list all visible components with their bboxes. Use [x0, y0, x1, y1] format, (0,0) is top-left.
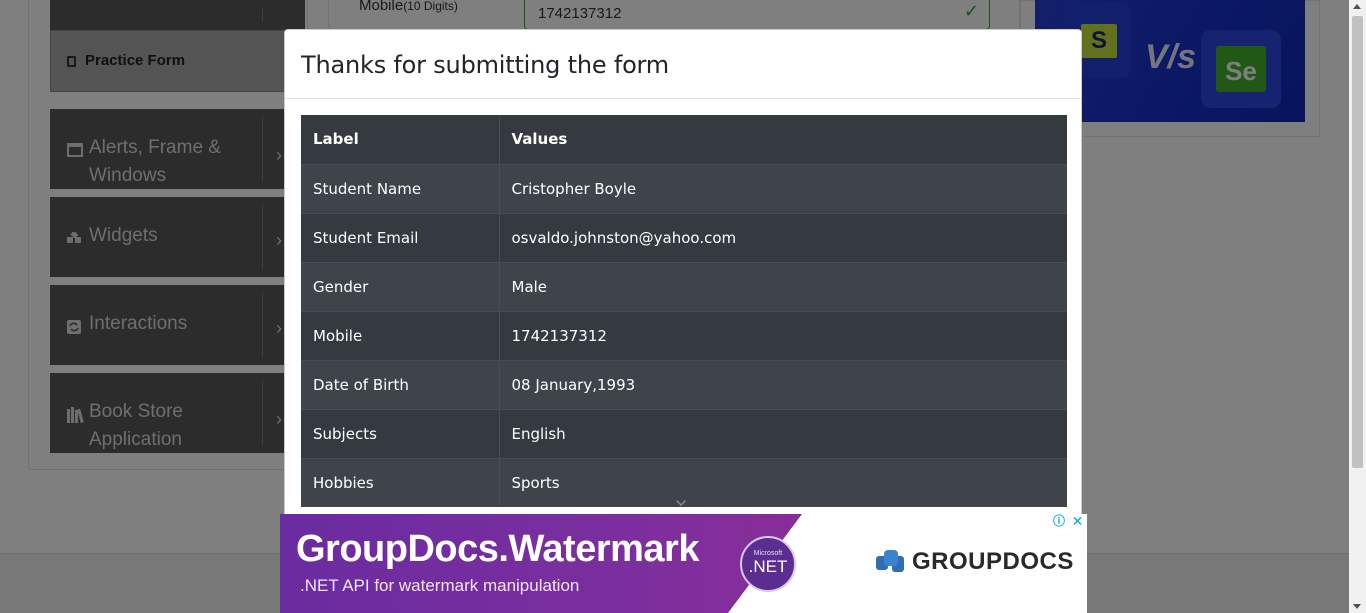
- ad-subtitle: .NET API for watermark manipulation: [300, 576, 580, 595]
- row-value: 08 January,1993: [499, 359, 1067, 409]
- table-row: Gender Male: [301, 261, 1067, 311]
- table-row: Mobile 1742137312: [301, 310, 1067, 360]
- row-value: 1742137312: [499, 310, 1067, 360]
- row-label: Mobile: [301, 310, 500, 360]
- groupdocs-logo: GROUPDOCS: [876, 548, 1074, 576]
- column-header-values: Values: [511, 130, 568, 149]
- ad-info-icon[interactable]: ⓘ: [1051, 514, 1067, 529]
- table-row: Student Email osvaldo.johnston@yahoo.com: [301, 212, 1067, 262]
- modal-header: Thanks for submitting the form: [285, 30, 1081, 99]
- ad-title: GroupDocs.Watermark: [296, 528, 699, 570]
- table-row: Student Name Cristopher Boyle: [301, 163, 1067, 213]
- ad-banner[interactable]: GroupDocs.Watermark .NET API for waterma…: [280, 514, 1087, 613]
- scrollbar-thumb[interactable]: [1352, 16, 1363, 468]
- scroll-up-arrow-icon[interactable]: [1353, 4, 1361, 9]
- ad-close-icon[interactable]: ✕: [1069, 514, 1086, 529]
- row-label: Date of Birth: [301, 359, 500, 409]
- table-header-row: Label Values: [301, 115, 1067, 164]
- row-label: Student Name: [301, 163, 500, 213]
- row-label: Hobbies: [301, 457, 500, 507]
- row-value: Male: [499, 261, 1067, 311]
- scroll-down-arrow-icon[interactable]: [1353, 604, 1361, 609]
- brand-name: GROUPDOCS: [912, 548, 1074, 575]
- row-label: Subjects: [301, 408, 500, 458]
- row-value: Cristopher Boyle: [499, 163, 1067, 213]
- modal-title: Thanks for submitting the form: [301, 51, 669, 79]
- column-header-label: Label: [301, 115, 500, 164]
- modal-body: Label Values Student Name Cristopher Boy…: [285, 99, 1081, 523]
- badge-small-text: Microsoft: [753, 550, 783, 557]
- page-scrollbar[interactable]: [1349, 0, 1366, 613]
- row-label: Gender: [301, 261, 500, 311]
- groupdocs-icon: [876, 548, 904, 576]
- row-value: English: [499, 408, 1067, 458]
- dotnet-badge-icon: Microsoft .NET: [740, 536, 796, 592]
- row-label: Student Email: [301, 212, 500, 262]
- table-row: Date of Birth 08 January,1993: [301, 359, 1067, 409]
- results-table: Label Values Student Name Cristopher Boy…: [301, 115, 1067, 507]
- row-value: osvaldo.johnston@yahoo.com: [499, 212, 1067, 262]
- badge-text: .NET: [748, 557, 788, 576]
- table-row: Subjects English: [301, 408, 1067, 458]
- row-value: Sports: [499, 457, 1067, 507]
